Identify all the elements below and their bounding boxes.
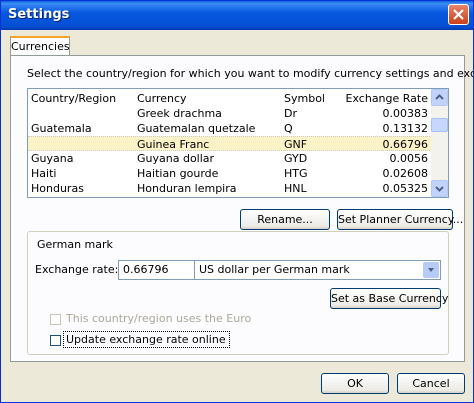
row-symbol: GNF bbox=[284, 138, 308, 151]
row-currency: Haitian gourde bbox=[137, 167, 219, 180]
unit-dropdown-value: US dollar per German mark bbox=[199, 263, 350, 276]
euro-checkbox-label: This country/region uses the Euro bbox=[66, 312, 252, 325]
row-rate: 0.05325 bbox=[382, 182, 429, 195]
set-base-currency-button[interactable]: Set as Base Currency bbox=[330, 288, 448, 309]
settings-window: Settings Currencies Select the country/r… bbox=[0, 0, 474, 403]
group-title: German mark bbox=[37, 238, 113, 251]
chevron-down-icon bbox=[428, 268, 434, 272]
list-row[interactable]: Haiti Haitian gourde HTG 0.02608 bbox=[28, 166, 432, 181]
exchange-rate-label: Exchange rate: bbox=[35, 263, 119, 276]
tab-currencies[interactable]: Currencies bbox=[10, 36, 70, 56]
scroll-up-button[interactable] bbox=[431, 89, 448, 106]
list-row[interactable]: Greek drachma Dr 0.00383 bbox=[28, 106, 432, 121]
title-bar[interactable]: Settings bbox=[1, 1, 473, 30]
row-currency: Guinea Franc bbox=[137, 138, 210, 151]
ok-button[interactable]: OK bbox=[321, 373, 389, 394]
instruction-text: Select the country/region for which you … bbox=[27, 67, 473, 80]
window-title: Settings bbox=[8, 7, 70, 22]
update-online-checkbox[interactable] bbox=[50, 335, 61, 346]
row-country: Haiti bbox=[31, 167, 57, 180]
row-country: Honduras bbox=[31, 182, 84, 195]
set-planner-currency-button[interactable]: Set Planner Currency... bbox=[337, 209, 463, 230]
close-button[interactable] bbox=[448, 4, 469, 25]
cancel-button[interactable]: Cancel bbox=[397, 373, 465, 394]
chevron-down-icon bbox=[435, 186, 444, 192]
column-header-symbol[interactable]: Symbol bbox=[284, 92, 325, 105]
set-base-currency-label: Set as Base Currency bbox=[331, 292, 449, 305]
list-row[interactable]: Guatemala Guatemalan quetzale Q 0.13132 bbox=[28, 121, 432, 136]
update-online-label: Update exchange rate online bbox=[66, 333, 226, 346]
row-currency: Honduran lempira bbox=[137, 182, 237, 195]
list-row-selected[interactable]: Guinea Franc GNF 0.66796 bbox=[28, 136, 432, 151]
row-symbol: Dr bbox=[284, 107, 297, 120]
row-currency: Greek drachma bbox=[137, 107, 222, 120]
column-header-currency[interactable]: Currency bbox=[137, 92, 187, 105]
close-icon bbox=[453, 9, 464, 20]
scroll-down-button[interactable] bbox=[431, 180, 448, 197]
unit-dropdown[interactable]: US dollar per German mark bbox=[194, 260, 441, 280]
exchange-rate-field[interactable]: 0.66796 bbox=[118, 260, 204, 280]
row-symbol: HTG bbox=[284, 167, 308, 180]
row-rate: 0.00383 bbox=[382, 107, 429, 120]
currency-details-group: German mark Exchange rate: 0.66796 US do… bbox=[27, 231, 449, 355]
cancel-button-label: Cancel bbox=[412, 377, 450, 390]
list-row[interactable]: Honduras Honduran lempira HNL 0.05325 bbox=[28, 181, 432, 196]
row-symbol: Q bbox=[284, 122, 293, 135]
ok-button-label: OK bbox=[347, 377, 363, 390]
row-currency: Guyana dollar bbox=[137, 152, 215, 165]
row-rate: 0.66796 bbox=[382, 138, 429, 151]
scroll-thumb[interactable] bbox=[431, 118, 448, 132]
rename-button[interactable]: Rename... bbox=[240, 209, 330, 230]
row-rate: 0.02608 bbox=[382, 167, 429, 180]
rename-button-label: Rename... bbox=[257, 213, 313, 226]
row-rate: 0.0056 bbox=[389, 152, 429, 165]
row-country: Guyana bbox=[31, 152, 74, 165]
row-symbol: HNL bbox=[284, 182, 307, 195]
list-row[interactable]: Guyana Guyana dollar GYD 0.0056 bbox=[28, 151, 432, 166]
row-rate: 0.13132 bbox=[382, 122, 429, 135]
list-scrollbar[interactable] bbox=[431, 89, 448, 197]
row-symbol: GYD bbox=[284, 152, 308, 165]
row-country: Guatemala bbox=[31, 122, 92, 135]
row-currency: Guatemalan quetzale bbox=[137, 122, 256, 135]
currencies-panel: Select the country/region for which you … bbox=[10, 55, 473, 362]
set-planner-currency-label: Set Planner Currency... bbox=[338, 213, 464, 226]
euro-checkbox[interactable] bbox=[50, 314, 61, 325]
dropdown-arrow-button[interactable] bbox=[423, 262, 439, 278]
currency-list[interactable]: Country/Region Currency Symbol Exchange … bbox=[27, 88, 449, 198]
column-header-country[interactable]: Country/Region bbox=[31, 92, 116, 105]
chevron-up-icon bbox=[435, 94, 444, 100]
list-header: Country/Region Currency Symbol Exchange … bbox=[28, 89, 432, 107]
column-header-rate[interactable]: Exchange Rate bbox=[344, 92, 428, 105]
